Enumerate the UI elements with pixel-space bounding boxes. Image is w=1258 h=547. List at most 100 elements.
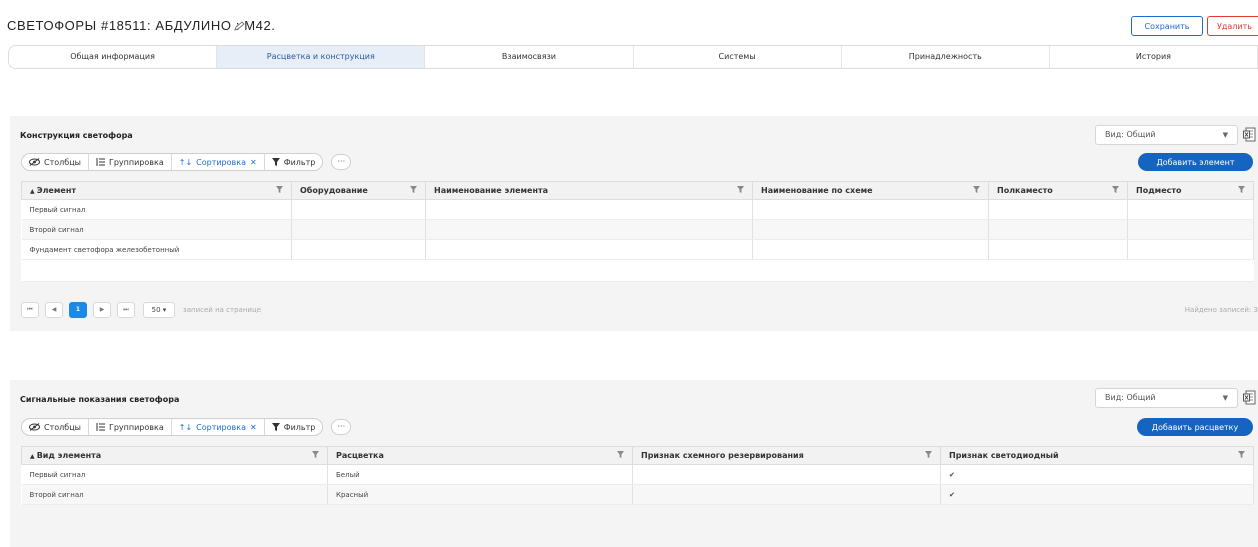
column-header-label: Элемент [36,186,76,195]
delete-button[interactable]: Удалить [1207,16,1258,36]
filter-icon[interactable] [617,451,624,458]
toolbar-group: Столбцы Группировка ↑↓ Сортировка ✕ Филь… [21,153,324,171]
close-icon[interactable]: ✕ [250,158,257,167]
signals-table: ▲ Вид элемента Расцветка Признак схемног… [21,446,1254,505]
prev-page-button[interactable]: ◀ [45,302,63,318]
records-found: Найдено записей: 3 [1184,306,1258,314]
filter-icon[interactable] [312,451,319,458]
panel-title: Сигнальные показания светофора [20,395,180,404]
excel-icon[interactable] [1243,390,1256,405]
columns-button[interactable]: Столбцы [22,419,89,435]
column-header[interactable]: Оборудование [291,181,426,200]
view-select[interactable]: Вид: Общий ▼ [1095,125,1238,145]
filter-icon [271,158,280,166]
table-cell [632,484,941,505]
column-header-label: Наименование элемента [434,186,549,195]
filter-label: Фильтр [283,422,316,432]
table-row[interactable]: Второй сигнал Красный ✔ [21,484,1254,505]
table-cell [752,239,989,260]
view-select[interactable]: Вид: Общий ▼ [1095,388,1238,408]
column-header[interactable]: Наименование по схеме [752,181,989,200]
filter-icon[interactable] [737,186,744,193]
columns-label: Столбцы [44,422,81,432]
column-header[interactable]: Полкаместо [988,181,1128,200]
filter-icon[interactable] [276,186,283,193]
tab-systems[interactable]: Системы [633,46,842,68]
table-cell [291,239,426,260]
column-header[interactable]: Признак схемного резервирования [632,446,941,465]
signals-panel: Сигнальные показания светофора Вид: Общи… [10,380,1258,547]
column-header-label: Наименование по схеме [761,186,873,195]
table-row[interactable]: Первый сигнал [21,199,1254,220]
sorting-label: Сортировка [196,422,246,432]
filter-icon[interactable] [410,186,417,193]
next-page-button[interactable]: ▶ [93,302,111,318]
more-button[interactable]: ··· [331,419,352,435]
tab-ownership[interactable]: Принадлежность [841,46,1050,68]
eye-slash-icon [29,423,40,431]
tab-general[interactable]: Общая информация [9,46,218,68]
table-cell: Белый [327,464,633,485]
table-cell [291,219,426,240]
grouping-button[interactable]: Группировка [89,154,172,170]
table-cell [752,219,989,240]
first-page-button[interactable]: ⏮ [21,302,39,318]
page-number-button[interactable]: 1 [69,302,87,318]
column-header[interactable]: Подместо [1127,181,1254,200]
excel-icon[interactable] [1243,127,1256,142]
panel-title: Конструкция светофора [20,131,133,140]
table-row[interactable]: Второй сигнал [21,219,1254,240]
column-header[interactable]: Расцветка [327,446,633,465]
table-filler-row [21,259,1254,282]
grouping-label: Группировка [108,422,164,432]
tab-history[interactable]: История [1049,46,1258,68]
pencil-icon[interactable] [234,21,246,31]
column-header[interactable]: ▲ Вид элемента [21,446,328,465]
empty-cell [21,259,1254,282]
filter-icon[interactable] [1112,186,1119,193]
add-color-button[interactable]: Добавить расцветку [1137,418,1253,436]
table-cell [1127,199,1254,220]
tab-colors-construction[interactable]: Расцветка и конструкция [217,46,426,68]
sorting-button[interactable]: ↑↓ Сортировка ✕ [172,154,265,170]
add-element-button[interactable]: Добавить элемент [1138,153,1253,171]
table-row[interactable]: Фундамент светофора железобетонный [21,239,1254,260]
toolbar-group: Столбцы Группировка ↑↓ Сортировка ✕ Филь… [21,418,324,436]
sort-icon: ↑↓ [178,157,193,167]
checkmark-icon: ✔ [940,464,1254,485]
table-cell: Второй сигнал [21,484,328,505]
tab-bar: Общая информация Расцветка и конструкция… [8,45,1258,69]
table-row[interactable]: Первый сигнал Белый ✔ [21,464,1254,485]
column-header[interactable]: Признак светодиодный [940,446,1254,465]
checkmark-icon: ✔ [940,484,1254,505]
columns-button[interactable]: Столбцы [22,154,89,170]
column-header[interactable]: ▲ Элемент [21,181,292,200]
construction-panel: Конструкция светофора Вид: Общий ▼ Столб… [10,116,1258,331]
close-icon[interactable]: ✕ [250,423,257,432]
last-page-button[interactable]: ⏭ [117,302,135,318]
column-header-label: Подместо [1136,186,1182,195]
more-button[interactable]: ··· [331,154,352,170]
grouping-button[interactable]: Группировка [89,419,172,435]
filter-button[interactable]: Фильтр [265,419,323,435]
view-select-value: Вид: Общий [1105,393,1156,402]
filter-icon[interactable] [1238,451,1245,458]
filter-icon[interactable] [973,186,980,193]
sorting-button[interactable]: ↑↓ Сортировка ✕ [172,419,265,435]
tab-relations[interactable]: Взаимосвязи [425,46,634,68]
filter-button[interactable]: Фильтр [265,154,323,170]
filter-icon[interactable] [1238,186,1245,193]
view-select-value: Вид: Общий [1105,130,1156,139]
table-cell [425,199,753,220]
filter-label: Фильтр [283,157,316,167]
page-size-select[interactable]: 50 ▾ [143,302,175,318]
table-cell: Красный [327,484,633,505]
sort-asc-icon: ▲ [30,188,37,195]
sorting-label: Сортировка [196,157,246,167]
table-toolbar: Столбцы Группировка ↑↓ Сортировка ✕ Филь… [21,153,352,171]
column-header-label: Полкаместо [997,186,1053,195]
table-cell [752,199,989,220]
filter-icon[interactable] [925,451,932,458]
save-button[interactable]: Сохранить [1131,16,1203,36]
column-header[interactable]: Наименование элемента [425,181,753,200]
